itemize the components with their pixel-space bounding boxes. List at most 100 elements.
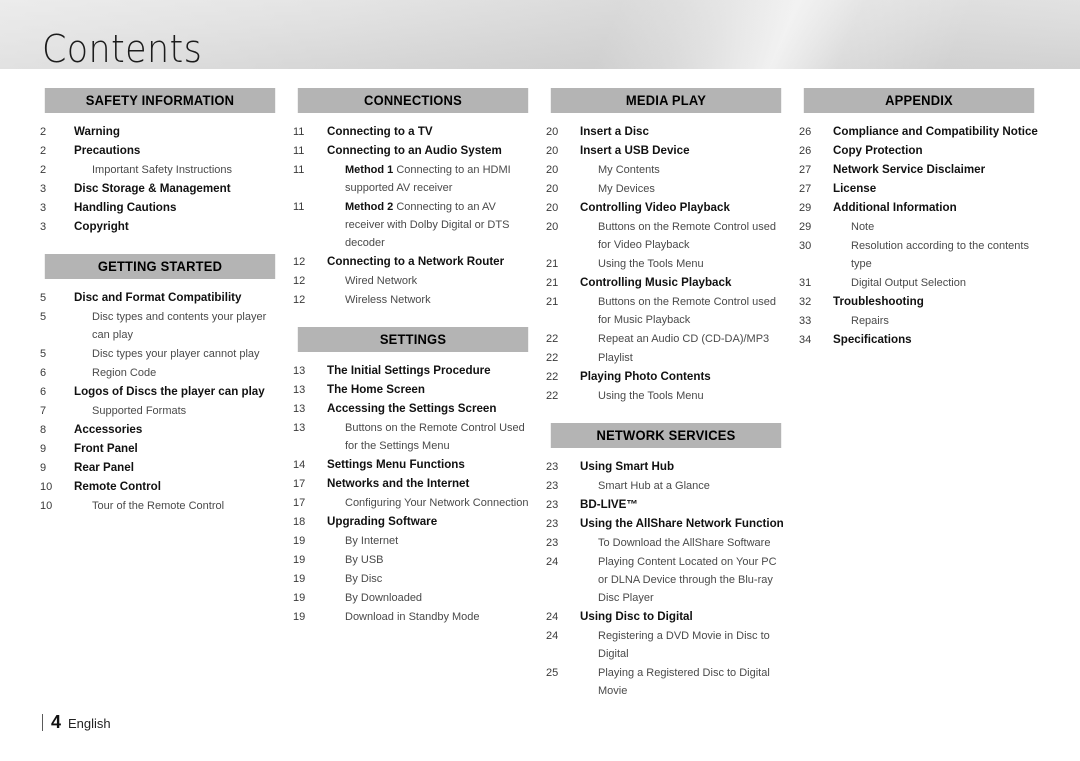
toc-entry[interactable]: 13 The Home Screen — [293, 381, 533, 399]
toc-entry[interactable]: 12 Wireless Network — [293, 291, 533, 309]
section-entry-list: 23 Using Smart Hub 23 Smart Hub at a Glance… — [546, 458, 786, 700]
toc-entry[interactable]: 23 BD-LIVE™ — [546, 496, 786, 514]
toc-entry[interactable]: 13 The Initial Settings Procedure — [293, 362, 533, 380]
toc-entry[interactable]: 8 Accessories — [40, 421, 280, 439]
toc-entry[interactable]: 20 Insert a USB Device — [546, 142, 786, 160]
toc-entry[interactable]: 22 Using the Tools Menu — [546, 387, 786, 405]
toc-entry[interactable]: 24 Playing Content Located on Your PC or … — [546, 553, 786, 607]
toc-entry[interactable]: 32 Troubleshooting — [799, 293, 1039, 311]
toc-entry-label: Upgrading Software — [327, 515, 438, 528]
toc-entry[interactable]: 23 To Download the AllShare Software — [546, 534, 786, 552]
toc-entry[interactable]: 23 Smart Hub at a Glance — [546, 477, 786, 495]
toc-entry-page: 17 — [293, 497, 306, 509]
toc-entry[interactable]: 22 Playing Photo Contents — [546, 368, 786, 386]
toc-entry[interactable]: 13 Accessing the Settings Screen — [293, 400, 533, 418]
toc-entry[interactable]: 10 Remote Control — [40, 478, 280, 496]
toc-entry[interactable]: 27 License — [799, 180, 1039, 198]
toc-entry[interactable]: 27 Network Service Disclaimer — [799, 161, 1039, 179]
toc-entry[interactable]: 19 By Downloaded — [293, 589, 533, 607]
toc-entry[interactable]: 12 Connecting to a Network Router — [293, 253, 533, 271]
toc-entry[interactable]: 2 Precautions — [40, 142, 280, 160]
toc-entry[interactable]: 17 Configuring Your Network Connection — [293, 494, 533, 512]
toc-entry[interactable]: 9 Front Panel — [40, 440, 280, 458]
toc-entry[interactable]: 21 Using the Tools Menu — [546, 255, 786, 273]
toc-entry[interactable]: 6 Logos of Discs the player can play — [40, 383, 280, 401]
toc-entry[interactable]: 10 Tour of the Remote Control — [40, 497, 280, 515]
toc-entry[interactable]: 23 Using the AllShare Network Function — [546, 515, 786, 533]
toc-entry[interactable]: 26 Compliance and Compatibility Notice — [799, 123, 1039, 141]
toc-entry[interactable]: 2 Important Safety Instructions — [40, 161, 280, 179]
toc-entry[interactable]: 24 Registering a DVD Movie in Disc to Dig… — [546, 627, 786, 663]
toc-entry-label: Settings Menu Functions — [327, 458, 465, 471]
toc-entry[interactable]: 20 Insert a Disc — [546, 123, 786, 141]
toc-entry-label: By Downloaded — [345, 592, 423, 604]
toc-entry[interactable]: 2 Warning — [40, 123, 280, 141]
toc-entry[interactable]: 6 Region Code — [40, 364, 280, 382]
toc-entry-label: Wired Network — [345, 275, 418, 287]
toc-entry-label: Insert a Disc — [580, 125, 649, 138]
toc-entry[interactable]: 11 Connecting to an Audio System — [293, 142, 533, 160]
toc-entry-label: The Home Screen — [327, 383, 425, 396]
toc-entry-page: 12 — [293, 256, 306, 268]
toc-entry-page: 20 — [546, 183, 559, 195]
toc-entry-page: 6 — [40, 386, 47, 398]
toc-entry-label: Playing Content Located on Your PC or DL… — [598, 556, 777, 604]
toc-entry[interactable]: 29 Additional Information — [799, 199, 1039, 217]
toc-entry-label: To Download the AllShare Software — [598, 537, 771, 549]
toc-entry[interactable]: 3 Handling Cautions — [40, 199, 280, 217]
toc-entry[interactable]: 25 Playing a Registered Disc to Digital M… — [546, 664, 786, 700]
toc-entry[interactable]: 33 Repairs — [799, 312, 1039, 330]
toc-entry-page: 29 — [799, 202, 812, 214]
toc-entry-label: Repeat an Audio CD (CD-DA)/MP3 — [598, 333, 770, 345]
toc-entry[interactable]: 26 Copy Protection — [799, 142, 1039, 160]
toc-entry-label: Handling Cautions — [74, 201, 177, 214]
toc-entry-page: 22 — [546, 333, 559, 345]
toc-entry[interactable]: 20 Buttons on the Remote Control used for… — [546, 218, 786, 254]
toc-entry[interactable]: 29 Note — [799, 218, 1039, 236]
toc-entry[interactable]: 19 By Disc — [293, 570, 533, 588]
toc-entry[interactable]: 5 Disc and Format Compatibility — [40, 289, 280, 307]
toc-entry[interactable]: 11 Connecting to a TV — [293, 123, 533, 141]
toc-entry[interactable]: 19 Download in Standby Mode — [293, 608, 533, 626]
toc-entry-page: 21 — [546, 277, 559, 289]
toc-entry-page: 24 — [546, 630, 559, 642]
toc-entry[interactable]: 5 Disc types and contents your player can… — [40, 308, 280, 344]
toc-entry-label: Method 1 Connecting to an HDMI supported… — [327, 161, 533, 197]
toc-entry-label: Controlling Video Playback — [580, 201, 730, 214]
toc-entry[interactable]: 18 Upgrading Software — [293, 513, 533, 531]
toc-entry[interactable]: 9 Rear Panel — [40, 459, 280, 477]
toc-entry[interactable]: 21 Buttons on the Remote Control used for… — [546, 293, 786, 329]
toc-entry[interactable]: 11 Method 2 Connecting to an AV receiver … — [293, 198, 533, 252]
toc-entry-label: Warning — [74, 125, 120, 138]
toc-entry[interactable]: 34 Specifications — [799, 331, 1039, 349]
toc-entry[interactable]: 11 Method 1 Connecting to an HDMI support… — [293, 161, 533, 197]
toc-entry[interactable]: 5 Disc types your player cannot play — [40, 345, 280, 363]
toc-entry[interactable]: 7 Supported Formats — [40, 402, 280, 420]
toc-entry-page: 23 — [546, 480, 559, 492]
toc-entry[interactable]: 19 By Internet — [293, 532, 533, 550]
toc-entry[interactable]: 31 Digital Output Selection — [799, 274, 1039, 292]
footer-rule — [42, 714, 43, 731]
toc-entry[interactable]: 3 Copyright — [40, 218, 280, 236]
toc-entry[interactable]: 20 My Devices — [546, 180, 786, 198]
toc-entry[interactable]: 22 Repeat an Audio CD (CD-DA)/MP3 — [546, 330, 786, 348]
toc-entry-page: 3 — [40, 202, 47, 214]
toc-entry[interactable]: 13 Buttons on the Remote Control Used for… — [293, 419, 533, 455]
toc-entry[interactable]: 19 By USB — [293, 551, 533, 569]
toc-entry-page: 23 — [546, 499, 559, 511]
toc-entry[interactable]: 23 Using Smart Hub — [546, 458, 786, 476]
toc-entry[interactable]: 22 Playlist — [546, 349, 786, 367]
section-entry-list: 26 Compliance and Compatibility Notice 26 C… — [799, 123, 1039, 349]
toc-entry[interactable]: 17 Networks and the Internet — [293, 475, 533, 493]
toc-entry-page: 27 — [799, 164, 812, 176]
toc-entry[interactable]: 20 Controlling Video Playback — [546, 199, 786, 217]
toc-entry[interactable]: 20 My Contents — [546, 161, 786, 179]
toc-entry[interactable]: 30 Resolution according to the contents t… — [799, 237, 1039, 273]
toc-entry[interactable]: 14 Settings Menu Functions — [293, 456, 533, 474]
toc-entry-label: Disc types your player cannot play — [92, 348, 260, 360]
toc-entry[interactable]: 12 Wired Network — [293, 272, 533, 290]
toc-entry[interactable]: 21 Controlling Music Playback — [546, 274, 786, 292]
toc-entry-page: 19 — [293, 611, 306, 623]
toc-entry[interactable]: 3 Disc Storage & Management — [40, 180, 280, 198]
toc-entry[interactable]: 24 Using Disc to Digital — [546, 608, 786, 626]
